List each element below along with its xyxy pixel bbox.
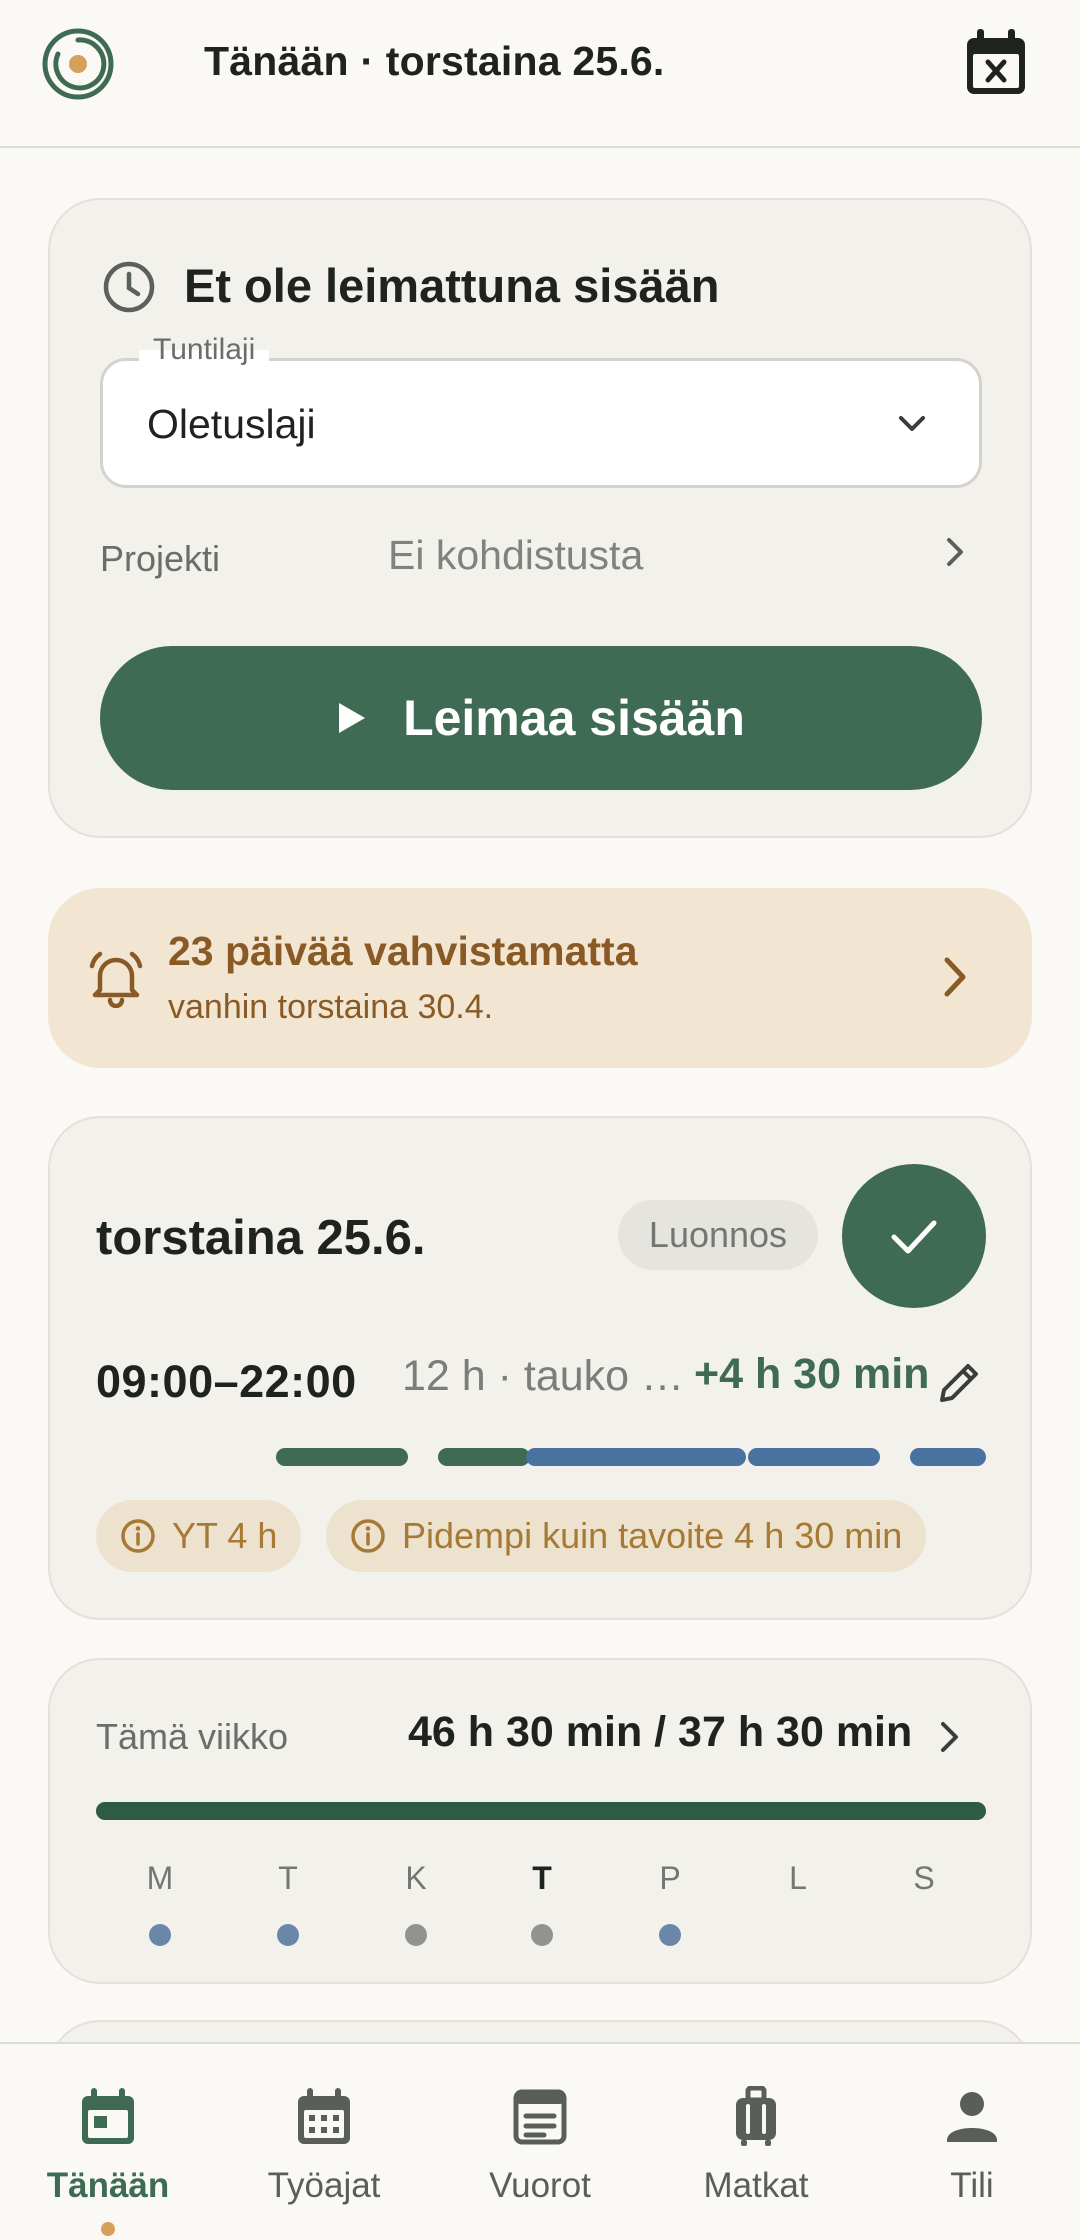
weekday-label: M: [146, 1860, 174, 1896]
chevron-right-icon[interactable]: [940, 534, 970, 570]
chip-label: Pidempi kuin tavoite 4 h 30 min: [402, 1515, 903, 1556]
hour-type-label: Tuntilaji: [139, 333, 270, 367]
check-icon: [891, 1220, 937, 1254]
person-icon: [947, 2092, 997, 2142]
bell-icon: [89, 951, 143, 1008]
time-range: 09:00–22:00: [96, 1356, 357, 1407]
luggage-icon: [736, 2086, 776, 2146]
timeline-segment-other: [910, 1448, 986, 1466]
calendar-x-icon[interactable]: [962, 26, 1030, 98]
ring-logo-icon[interactable]: [40, 26, 116, 102]
chip-yt: YT 4 h: [96, 1500, 302, 1572]
time-difference: +4 h 30 min: [694, 1350, 930, 1398]
chevron-right-icon: [944, 957, 966, 997]
timeline-segment-work: [438, 1448, 530, 1466]
clock-in-label: Leimaa sisään: [403, 690, 745, 746]
info-icon: [351, 1519, 385, 1553]
day-timeline: [50, 1448, 1034, 1468]
weekday-label: P: [659, 1860, 681, 1896]
week-progress-fill: [96, 1802, 986, 1820]
chip-over-target: Pidempi kuin tavoite 4 h 30 min: [326, 1500, 927, 1572]
nav-label: Tänään: [46, 2166, 170, 2205]
nav-item-account[interactable]: Tili: [864, 2044, 1080, 2240]
clock-status-title: Et ole leimattuna sisään: [184, 259, 720, 312]
chevron-down-icon: [899, 416, 925, 431]
day-title: torstaina 25.6.: [96, 1211, 426, 1265]
clock-status-card: Et ole leimattuna sisään Tuntilaji Oletu…: [48, 198, 1032, 838]
weekday-label: L: [789, 1860, 807, 1896]
weekday-status-dot: [149, 1924, 171, 1946]
unconfirmed-days-notice[interactable]: 23 päivää vahvistamatta vanhin torstaina…: [48, 888, 1032, 1068]
week-hours: 46 h 30 min / 37 h 30 min: [408, 1708, 913, 1756]
duration-summary: 12 h · tauko …: [402, 1352, 685, 1400]
app-header: Tänään · torstaina 25.6.: [0, 0, 1080, 148]
weekday-label: T: [278, 1860, 298, 1896]
hour-type-value: Oletuslaji: [147, 401, 316, 447]
project-selector[interactable]: Ei kohdistusta: [388, 532, 643, 579]
clock-in-button[interactable]: Leimaa sisään: [100, 646, 982, 790]
notice-subtitle: vanhin torstaina 30.4.: [168, 988, 494, 1026]
weekday-label: K: [405, 1860, 427, 1896]
nav-item-today[interactable]: Tänään: [0, 2044, 216, 2240]
timeline-segment-other: [526, 1448, 746, 1466]
nav-item-shifts[interactable]: Vuorot: [432, 2044, 648, 2240]
weekday-label: S: [913, 1860, 935, 1896]
weekday-status-dot: [405, 1924, 427, 1946]
play-icon: [339, 703, 366, 733]
info-icon: [121, 1519, 155, 1553]
weekday-status-dot: [659, 1924, 681, 1946]
notice-title: 23 päivää vahvistamatta: [168, 928, 638, 974]
shift-list-icon: [513, 2089, 567, 2145]
nav-label: Vuorot: [489, 2166, 591, 2205]
week-progress-bar: [96, 1802, 986, 1820]
timeline-segment-other: [748, 1448, 880, 1466]
weekday-label: T: [532, 1860, 552, 1896]
hour-type-select[interactable]: Tuntilaji Oletuslaji: [100, 333, 982, 488]
bottom-navigation: Tänään Työajat Vuorot Matkat Tili: [0, 2042, 1080, 2240]
clock-icon: [103, 261, 155, 313]
active-indicator: [101, 2222, 115, 2236]
page-title: Tänään · torstaina 25.6.: [204, 38, 665, 84]
status-badge: Luonnos: [618, 1200, 818, 1270]
calendar-grid-icon: [298, 2088, 350, 2144]
chevron-right-icon[interactable]: [936, 1718, 964, 1756]
timeline-segment-work: [276, 1448, 408, 1466]
nav-label: Työajat: [267, 2166, 381, 2205]
confirm-day-button[interactable]: [842, 1164, 986, 1308]
calendar-today-icon: [82, 2088, 134, 2144]
week-label: Tämä viikko: [96, 1716, 289, 1757]
week-summary-card[interactable]: Tämä viikko 46 h 30 min / 37 h 30 min M T…: [48, 1658, 1032, 1984]
nav-item-work-hours[interactable]: Työajat: [216, 2044, 432, 2240]
weekday-status-dot: [531, 1924, 553, 1946]
pencil-icon[interactable]: [934, 1358, 984, 1408]
nav-label: Tili: [950, 2166, 994, 2205]
nav-item-trips[interactable]: Matkat: [648, 2044, 864, 2240]
weekday-status-dot: [277, 1924, 299, 1946]
nav-label: Matkat: [703, 2166, 809, 2205]
chip-label: YT 4 h: [172, 1515, 278, 1556]
project-label: Projekti: [100, 538, 221, 579]
day-entry-card[interactable]: torstaina 25.6. Luonnos 09:00–22:00 12 h…: [48, 1116, 1032, 1620]
